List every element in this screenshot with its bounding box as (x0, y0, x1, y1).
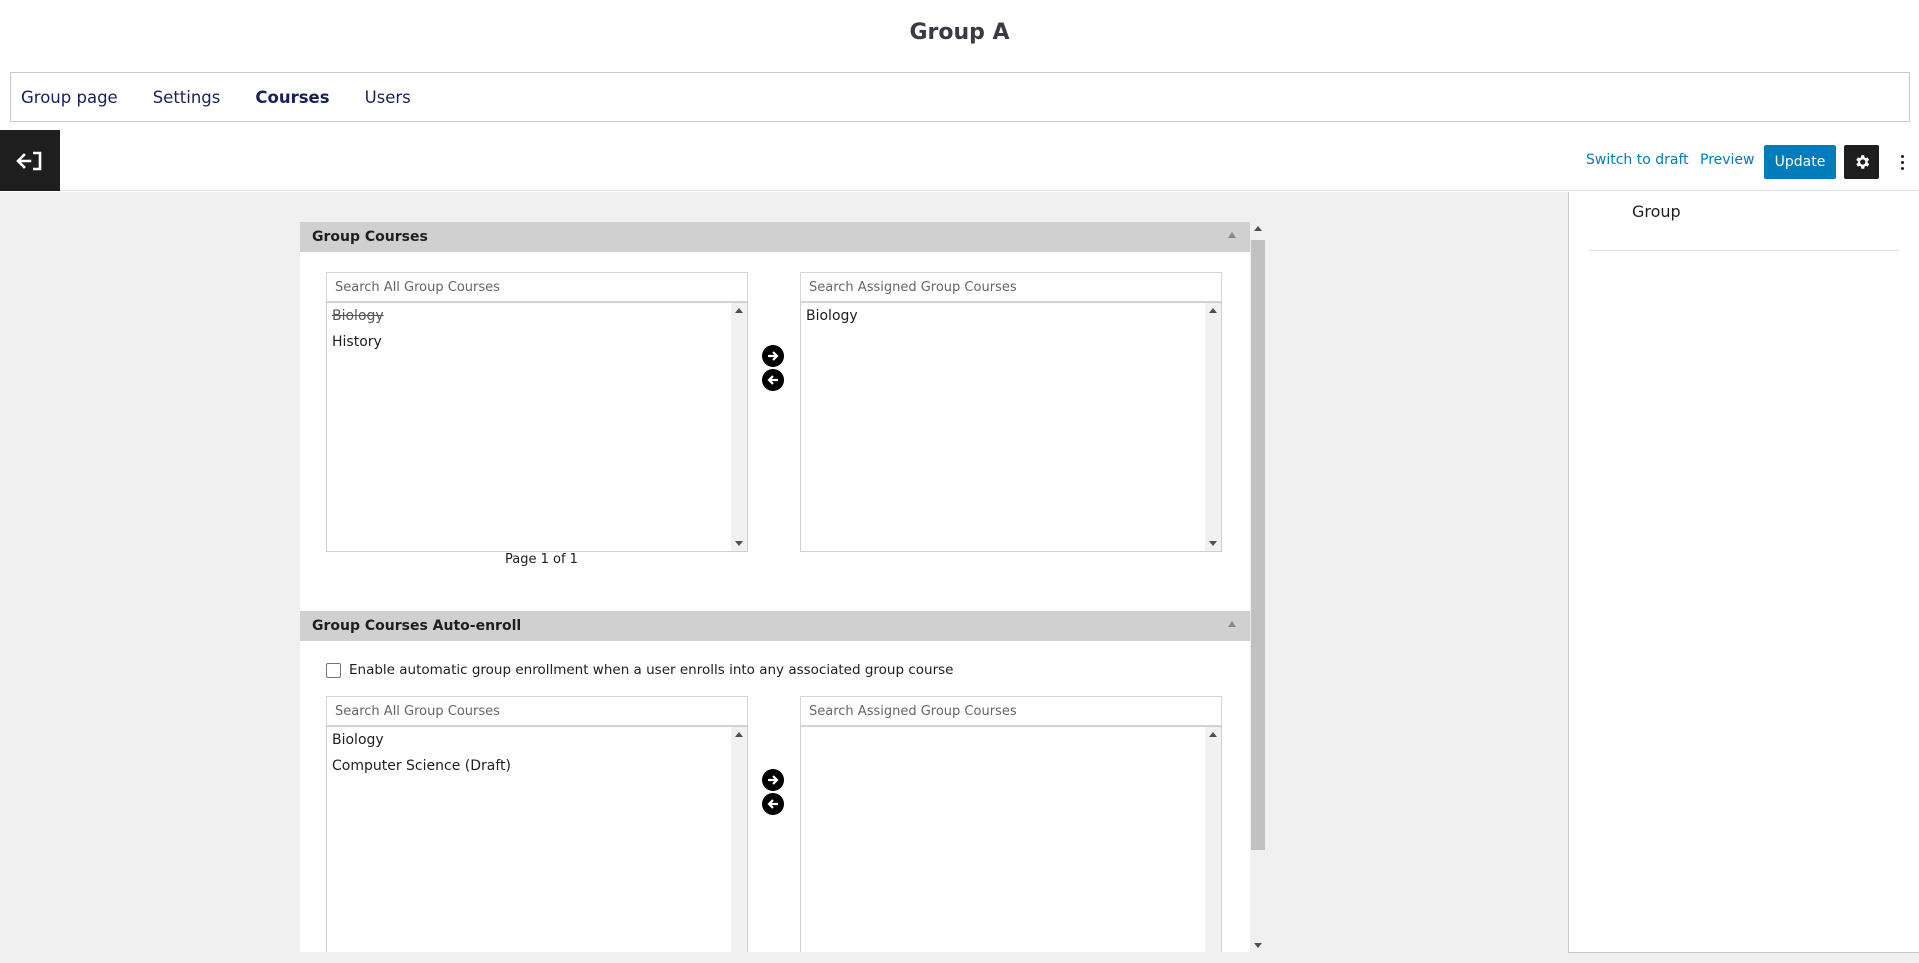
auto-enroll-search-all-input[interactable] (326, 696, 748, 726)
kebab-dot (1900, 166, 1904, 170)
scrollbar[interactable] (1205, 727, 1221, 952)
update-button[interactable]: Update (1764, 145, 1836, 179)
scrollbar[interactable] (731, 727, 747, 952)
scroll-up-icon[interactable] (1209, 732, 1217, 737)
back-button[interactable] (0, 130, 60, 191)
preview-link[interactable]: Preview (1700, 152, 1755, 168)
scrollbar[interactable] (1205, 303, 1221, 551)
scroll-up-icon[interactable] (1254, 226, 1262, 231)
list-item[interactable]: Biology (327, 303, 747, 329)
sidebar-title[interactable]: Group (1632, 202, 1681, 221)
tab-group-page[interactable]: Group page (21, 88, 118, 107)
remove-course-button[interactable] (762, 369, 784, 391)
auto-enroll-checkbox-label: Enable automatic group enrollment when a… (349, 662, 954, 678)
list-item[interactable]: Biology (801, 303, 1221, 329)
auto-enroll-remove-button[interactable] (762, 793, 784, 815)
arrow-right-circle-icon (768, 351, 779, 361)
metabox-scrollbar[interactable] (1250, 222, 1266, 952)
list-item[interactable]: History (327, 329, 747, 355)
editor-canvas: Group Courses Biology History Biology (0, 192, 1568, 963)
exit-to-left-icon (16, 151, 42, 170)
auto-enroll-search-assigned-input[interactable] (800, 696, 1222, 726)
tab-users[interactable]: Users (365, 88, 411, 107)
collapse-toggle-icon[interactable] (1228, 232, 1236, 238)
search-all-courses-input[interactable] (326, 272, 748, 302)
settings-button[interactable] (1844, 145, 1879, 179)
auto-enroll-title: Group Courses Auto-enroll (312, 618, 522, 634)
list-item[interactable]: Computer Science (Draft) (327, 753, 747, 779)
list-item[interactable]: Biology (327, 727, 747, 753)
kebab-dot (1900, 160, 1904, 164)
settings-sidebar: Group (1568, 192, 1919, 953)
auto-enroll-assigned-courses-list[interactable] (800, 726, 1222, 952)
collapse-toggle-icon[interactable] (1228, 621, 1236, 627)
scroll-down-icon[interactable] (1254, 943, 1262, 948)
scroll-up-icon[interactable] (735, 732, 743, 737)
scroll-down-icon[interactable] (1209, 541, 1217, 546)
arrow-left-circle-icon (767, 375, 778, 385)
auto-enroll-add-button[interactable] (762, 769, 784, 791)
group-courses-title: Group Courses (312, 229, 428, 245)
page-title: Group A (909, 20, 1010, 45)
auto-enroll-checkbox[interactable] (326, 662, 341, 678)
auto-enroll-all-courses-list[interactable]: Biology Computer Science (Draft) (326, 726, 748, 952)
editor-toolbar: Switch to draft Preview Update (0, 130, 1919, 191)
scroll-up-icon[interactable] (1209, 308, 1217, 313)
scrollbar-thumb[interactable] (1251, 240, 1265, 850)
gear-icon (1855, 155, 1869, 169)
group-courses-metabox-frame: Group Courses Biology History Biology (300, 222, 1250, 952)
switch-to-draft-link[interactable]: Switch to draft (1586, 152, 1689, 168)
auto-enroll-checkbox-row: Enable automatic group enrollment when a… (326, 662, 953, 678)
sidebar-divider (1589, 250, 1899, 251)
scroll-up-icon[interactable] (735, 308, 743, 313)
group-courses-header[interactable]: Group Courses (300, 222, 1250, 252)
scrollbar[interactable] (731, 303, 747, 551)
tab-courses[interactable]: Courses (255, 88, 329, 107)
arrow-right-circle-icon (768, 775, 779, 785)
group-tabs: Group page Settings Courses Users (10, 72, 1910, 122)
more-options-button[interactable] (1892, 148, 1912, 176)
kebab-menu-icon (1900, 154, 1904, 158)
add-course-button[interactable] (762, 345, 784, 367)
assigned-courses-list[interactable]: Biology (800, 302, 1222, 552)
scroll-down-icon[interactable] (735, 541, 743, 546)
pager: Page 1 of 1 (505, 552, 578, 567)
tab-settings[interactable]: Settings (153, 88, 221, 107)
all-courses-list[interactable]: Biology History (326, 302, 748, 552)
bottom-strip (0, 953, 1919, 963)
arrow-left-circle-icon (767, 799, 778, 809)
search-assigned-courses-input[interactable] (800, 272, 1222, 302)
auto-enroll-header[interactable]: Group Courses Auto-enroll (300, 611, 1250, 641)
